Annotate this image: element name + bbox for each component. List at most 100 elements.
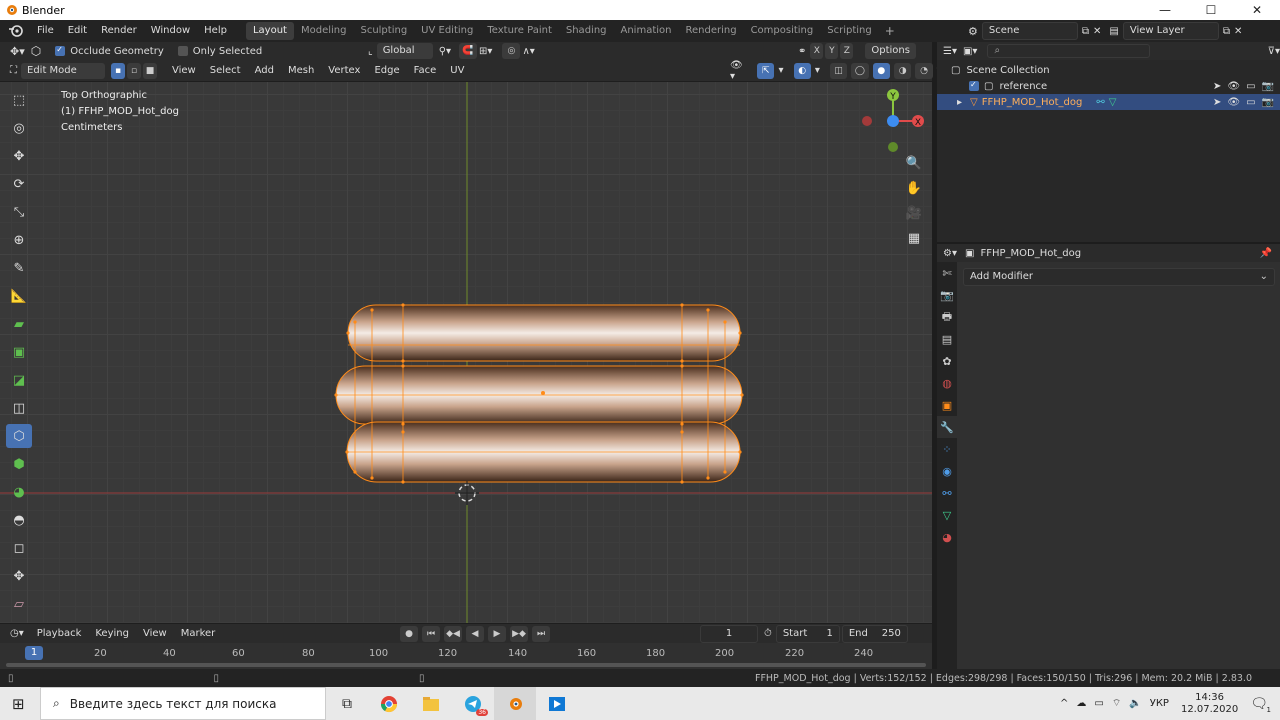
tab-shading[interactable]: Shading bbox=[559, 22, 614, 40]
onedrive-icon[interactable]: ☁ bbox=[1076, 698, 1086, 709]
tab-layout[interactable]: Layout bbox=[245, 22, 294, 40]
next-keyframe-icon[interactable]: ▶◆ bbox=[510, 625, 528, 642]
pivot-point-icon[interactable]: ⚲▾ bbox=[439, 46, 451, 57]
render-tab-icon[interactable]: 📷 bbox=[937, 284, 957, 306]
menu-add[interactable]: Add bbox=[248, 60, 281, 82]
menu-file[interactable]: File bbox=[30, 20, 61, 42]
menu-select[interactable]: Select bbox=[203, 60, 248, 82]
extrude-icon[interactable]: ▰ bbox=[6, 312, 32, 336]
outliner-search-input[interactable]: ⌕ bbox=[987, 44, 1150, 58]
poly-build-icon[interactable]: ⬢ bbox=[6, 452, 32, 476]
tab-uv-editing[interactable]: UV Editing bbox=[414, 22, 480, 40]
occlude-geometry-checkbox[interactable] bbox=[55, 45, 66, 56]
falloff-icon[interactable]: ∧▾ bbox=[522, 46, 534, 57]
tab-scripting[interactable]: Scripting bbox=[820, 22, 878, 40]
prev-keyframe-icon[interactable]: ◆◀ bbox=[444, 625, 462, 642]
modifier-tab-icon[interactable]: 🔧 bbox=[937, 416, 957, 438]
tab-animation[interactable]: Animation bbox=[614, 22, 679, 40]
material-tab-icon[interactable]: ◕ bbox=[937, 526, 957, 548]
taskbar-search-input[interactable]: ⌕ Введите здесь текст для поиска bbox=[40, 687, 326, 720]
tool-tab-icon[interactable]: ✄ bbox=[937, 262, 957, 284]
editor-type-icon[interactable]: ⛶ bbox=[10, 65, 17, 76]
add-workspace-icon[interactable]: + bbox=[879, 24, 901, 38]
solid-shading-icon[interactable]: ● bbox=[872, 62, 891, 79]
only-selected-toggle[interactable]: Only Selected bbox=[177, 46, 262, 57]
options-dropdown[interactable]: Options bbox=[865, 43, 916, 59]
3d-viewport[interactable]: Y X bbox=[0, 82, 932, 623]
volume-icon[interactable]: 🔈 bbox=[1129, 698, 1141, 709]
loop-cut-icon[interactable]: ◫ bbox=[6, 396, 32, 420]
mode-dropdown[interactable]: Edit Mode bbox=[21, 62, 105, 79]
tool-settings-icon[interactable]: ✥▾ bbox=[10, 45, 25, 58]
new-scene-icon[interactable]: ⧉ bbox=[1082, 26, 1089, 37]
notifications-icon[interactable]: 🗨 1 bbox=[1250, 696, 1271, 714]
preview-range-icon[interactable]: ⏱ bbox=[764, 628, 772, 639]
scene-icon[interactable]: ⚙ bbox=[968, 25, 978, 38]
overlays-toggle-icon[interactable]: ◐ bbox=[793, 62, 811, 79]
active-tool-icon[interactable]: ⬡ bbox=[31, 44, 41, 58]
blender-taskbar-icon[interactable] bbox=[494, 687, 536, 720]
battery-icon[interactable]: ▭ bbox=[1094, 698, 1103, 709]
menu-window[interactable]: Window bbox=[144, 20, 197, 42]
menu-help[interactable]: Help bbox=[197, 20, 234, 42]
physics-tab-icon[interactable]: ◉ bbox=[937, 460, 957, 482]
select-arrow-icon[interactable]: ➤ bbox=[1213, 97, 1221, 108]
menu-keying[interactable]: Keying bbox=[88, 623, 136, 645]
add-modifier-dropdown[interactable]: Add Modifier ⌄ bbox=[963, 268, 1275, 286]
xray-icon[interactable]: ◫ bbox=[829, 62, 848, 79]
tray-expand-icon[interactable]: ^ bbox=[1060, 698, 1068, 709]
select-arrow-icon[interactable]: ➤ bbox=[1213, 81, 1221, 92]
menu-face[interactable]: Face bbox=[407, 60, 444, 82]
file-explorer-icon[interactable] bbox=[410, 687, 452, 720]
task-view-icon[interactable]: ⧉ bbox=[326, 687, 368, 720]
mirror-y-button[interactable]: Y bbox=[825, 43, 839, 59]
render-camera-icon[interactable]: 📷 bbox=[1262, 81, 1274, 92]
data-tab-icon[interactable]: ▽ bbox=[937, 504, 957, 526]
snap-icon[interactable]: 🧲 bbox=[459, 43, 478, 59]
tab-modeling[interactable]: Modeling bbox=[294, 22, 354, 40]
bevel-icon[interactable]: ◪ bbox=[6, 368, 32, 392]
measure-icon[interactable]: 📐 bbox=[6, 284, 32, 308]
start-frame-field[interactable]: Start 1 bbox=[775, 624, 840, 643]
occlude-geometry-toggle[interactable]: Occlude Geometry bbox=[55, 45, 164, 57]
proportional-edit-icon[interactable]: ◎ bbox=[502, 43, 521, 59]
menu-edge[interactable]: Edge bbox=[367, 60, 406, 82]
timeline-scrollbar[interactable] bbox=[6, 663, 926, 667]
record-icon[interactable]: ● bbox=[400, 625, 418, 642]
rendered-shading-icon[interactable]: ◔ bbox=[915, 62, 933, 79]
end-frame-field[interactable]: End 250 bbox=[841, 624, 908, 643]
menu-timeline-view[interactable]: View bbox=[136, 623, 174, 645]
tab-texture-paint[interactable]: Texture Paint bbox=[480, 22, 559, 40]
object-tab-icon[interactable]: ▣ bbox=[937, 394, 957, 416]
rotate-icon[interactable]: ⟳ bbox=[6, 172, 32, 196]
scene-field[interactable]: Scene bbox=[981, 22, 1078, 40]
hot-dog-mesh[interactable] bbox=[334, 303, 744, 484]
shrink-fatten-icon[interactable]: ✥ bbox=[6, 564, 32, 588]
new-view-layer-icon[interactable]: ⧉ bbox=[1223, 26, 1230, 37]
shear-icon[interactable]: ▱ bbox=[6, 592, 32, 616]
menu-render[interactable]: Render bbox=[94, 20, 144, 42]
network-icon[interactable]: ⌔ bbox=[1112, 697, 1121, 710]
view-layer-icon[interactable]: ▤ bbox=[1109, 26, 1118, 37]
gizmo-neg-x[interactable] bbox=[862, 116, 872, 126]
menu-edit[interactable]: Edit bbox=[61, 20, 94, 42]
telegram-icon[interactable]: 36 bbox=[452, 687, 494, 720]
outliner-item-reference[interactable]: ▢ reference ➤ 👁 ▭ 📷 bbox=[937, 78, 1280, 94]
delete-view-layer-icon[interactable]: ✕ bbox=[1234, 26, 1242, 37]
select-box-icon[interactable]: ⬚ bbox=[6, 88, 32, 112]
3d-cursor[interactable] bbox=[455, 481, 479, 505]
overlays-dropdown-icon[interactable]: ▾ bbox=[815, 65, 820, 76]
inset-icon[interactable]: ▣ bbox=[6, 340, 32, 364]
annotate-icon[interactable]: ✎ bbox=[6, 256, 32, 280]
outliner-scene-collection[interactable]: ▢ Scene Collection bbox=[937, 62, 1280, 78]
cursor-icon[interactable]: ◎ bbox=[6, 116, 32, 140]
move-icon[interactable]: ✥ bbox=[6, 144, 32, 168]
snap-target-icon[interactable]: ⊞▾ bbox=[479, 46, 492, 57]
scale-icon[interactable]: ⤡ bbox=[6, 200, 32, 224]
outliner-item-hot-dog[interactable]: ▸ ▽ FFHP_MOD_Hot_dog ⚯ ▽ ➤ 👁 ▭ 📷 bbox=[937, 94, 1280, 110]
eye-icon[interactable]: 👁 bbox=[1227, 81, 1240, 92]
only-selected-checkbox[interactable] bbox=[177, 46, 188, 56]
menu-marker[interactable]: Marker bbox=[174, 623, 223, 645]
modifier-wrench-icon[interactable]: ⚯ bbox=[1096, 97, 1104, 108]
outliner-editor-icon[interactable]: ☰▾ bbox=[943, 46, 957, 57]
